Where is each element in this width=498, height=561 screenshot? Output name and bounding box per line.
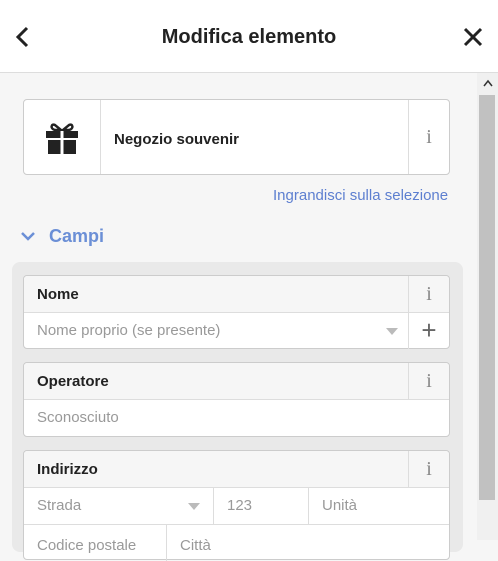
field-operator-label: Operatore (37, 373, 109, 390)
field-address-label: Indirizzo (37, 461, 98, 478)
field-operator-info-button[interactable]: i (408, 363, 449, 399)
fields-section-label: Campi (49, 226, 105, 246)
zoom-to-selection-link[interactable]: Ingrandisci sulla selezione (273, 187, 448, 204)
add-name-button[interactable]: + (408, 313, 449, 349)
header: Modifica elemento (0, 0, 498, 73)
street-input[interactable]: Strada (37, 497, 81, 514)
chevron-down-icon[interactable] (386, 328, 398, 335)
close-icon (463, 27, 483, 47)
housenumber-input[interactable]: 123 (227, 497, 252, 514)
field-address-label-row: Indirizzo i (24, 451, 449, 488)
scroll-up-arrow-icon[interactable] (477, 76, 498, 96)
field-name-info-button[interactable]: i (408, 276, 449, 312)
gift-icon (46, 123, 78, 154)
name-input[interactable]: Nome proprio (se presente) + (24, 313, 449, 349)
field-operator: Operatore i Sconosciuto (23, 362, 450, 437)
operator-input[interactable]: Sconosciuto (24, 400, 449, 436)
address-row-2: Codice postale Città (24, 525, 449, 561)
field-name: Nome i Nome proprio (se presente) + (23, 275, 450, 349)
chevron-down-icon (21, 232, 35, 241)
field-name-label-row: Nome i (24, 276, 449, 313)
chevron-down-icon[interactable] (188, 503, 200, 510)
field-name-label: Nome (37, 286, 79, 303)
preset-info-button[interactable]: i (408, 100, 449, 174)
fields-section-toggle[interactable]: Campi (20, 226, 104, 247)
preset-icon-box (24, 100, 101, 174)
preset-card[interactable]: Negozio souvenir i (23, 99, 450, 175)
field-operator-label-row: Operatore i (24, 363, 449, 400)
unit-input[interactable]: Unità (322, 497, 357, 514)
operator-input-placeholder: Sconosciuto (37, 409, 119, 426)
preset-name: Negozio souvenir (114, 131, 240, 148)
field-address-info-button[interactable]: i (408, 451, 449, 487)
page-title: Modifica elemento (161, 26, 337, 48)
scroll-thumb[interactable] (479, 95, 495, 500)
field-address: Indirizzo i Strada 123 Unità Codice post… (23, 450, 450, 561)
close-button[interactable] (458, 22, 488, 52)
address-row-1: Strada 123 Unità (24, 488, 449, 524)
name-input-placeholder: Nome proprio (se presente) (37, 322, 221, 339)
scrollbar[interactable] (477, 73, 498, 540)
